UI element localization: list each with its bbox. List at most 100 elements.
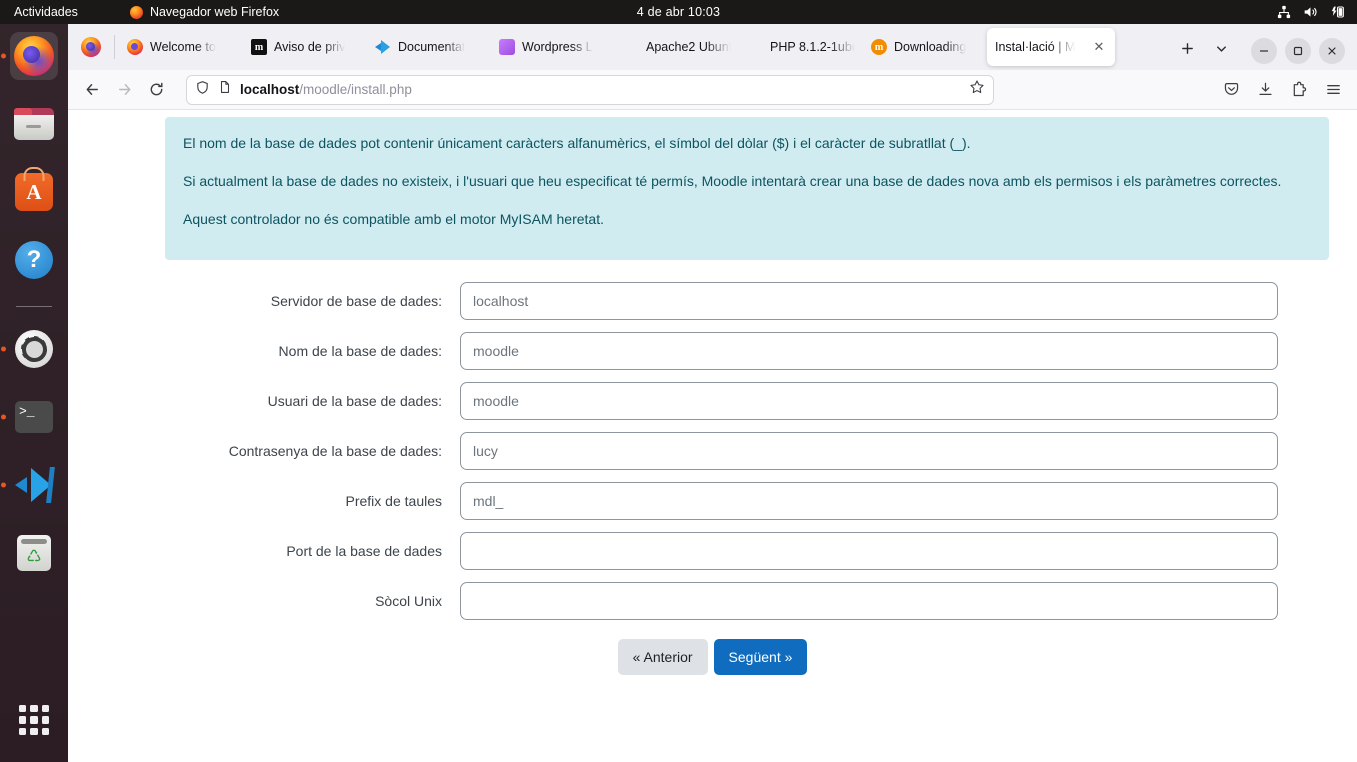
gear-icon — [15, 330, 53, 368]
minimize-button[interactable] — [1251, 38, 1277, 64]
tab-list: Welcome to m Aviso de priv Documentat Wo… — [119, 28, 1171, 70]
maximize-button[interactable] — [1285, 38, 1311, 64]
browser-actions — [1215, 74, 1349, 106]
navigation-toolbar: localhost/moodle/install.php — [68, 70, 1357, 110]
tab-label: Welcome to — [150, 40, 216, 54]
shield-icon[interactable] — [195, 80, 210, 100]
dock-item-help[interactable]: ? — [10, 236, 58, 284]
tab-welcome[interactable]: Welcome to — [119, 28, 243, 66]
running-indicator-dot — [1, 54, 6, 59]
close-button[interactable] — [1319, 38, 1345, 64]
list-all-tabs-button[interactable] — [1205, 32, 1237, 64]
active-app-label: Navegador web Firefox — [150, 5, 279, 19]
dock-item-vscode[interactable] — [10, 461, 58, 509]
tab-documentation[interactable]: Documentat — [367, 28, 491, 66]
reload-button[interactable] — [140, 74, 172, 106]
url-host: localhost — [240, 82, 299, 97]
wordpress-icon — [499, 39, 515, 55]
form-row-dbport: Port de la base de dades — [68, 532, 1357, 570]
window-controls — [1251, 38, 1345, 64]
volume-icon — [1303, 5, 1318, 19]
form-row-dbpass: Contrasenya de la base de dades: — [68, 432, 1357, 470]
ubuntu-dock: A ? >_ ♺ — [0, 24, 68, 762]
moodle-icon: m — [871, 39, 887, 55]
page-icon — [747, 39, 763, 55]
tab-label: PHP 8.1.2-1ubun — [770, 40, 855, 54]
pocket-icon[interactable] — [1215, 74, 1247, 106]
firefox-app-button[interactable] — [68, 24, 114, 70]
m-square-icon: m — [251, 39, 267, 55]
vscode-icon — [14, 465, 54, 505]
activities-button[interactable]: Actividades — [14, 5, 78, 19]
label-prefix: Prefix de taules — [68, 493, 460, 509]
tab-aviso-privacidad[interactable]: m Aviso de priv — [243, 28, 367, 66]
page-content: El nom de la base de dades pot contenir … — [68, 110, 1357, 762]
input-dbuser[interactable] — [460, 382, 1278, 420]
label-dbport: Port de la base de dades — [68, 543, 460, 559]
input-prefix[interactable] — [460, 482, 1278, 520]
active-app-menu[interactable]: Navegador web Firefox — [130, 5, 279, 19]
running-indicator-dot — [1, 347, 6, 352]
new-tab-button[interactable] — [1171, 32, 1203, 64]
form-row-prefix: Prefix de taules — [68, 482, 1357, 520]
firefox-icon — [130, 6, 143, 19]
input-dbhost[interactable] — [460, 282, 1278, 320]
star-icon[interactable] — [969, 79, 985, 100]
form-row-unixsocket: Sòcol Unix — [68, 582, 1357, 620]
ubuntu-software-icon: A — [15, 173, 53, 211]
firefox-icon — [127, 39, 143, 55]
tab-wordpress[interactable]: Wordpress L — [491, 28, 615, 66]
downloads-icon[interactable] — [1249, 74, 1281, 106]
next-button[interactable]: Següent » — [714, 639, 808, 675]
tab-label: Instal·lació | M — [995, 40, 1075, 54]
previous-button[interactable]: « Anterior — [618, 639, 708, 675]
tab-label: Documentat — [398, 40, 465, 54]
tab-installacio-moodle[interactable]: Instal·lació | M ✕ — [987, 28, 1115, 66]
close-icon[interactable]: ✕ — [1091, 39, 1107, 55]
trash-icon: ♺ — [17, 535, 51, 571]
gnome-top-bar: Actividades Navegador web Firefox 4 de a… — [0, 0, 1357, 24]
label-dbname: Nom de la base de dades: — [68, 343, 460, 359]
input-dbname[interactable] — [460, 332, 1278, 370]
files-icon — [14, 108, 54, 140]
label-unixsocket: Sòcol Unix — [68, 593, 460, 609]
form-row-dbname: Nom de la base de dades: — [68, 332, 1357, 370]
show-applications-button[interactable] — [16, 702, 52, 738]
input-unixsocket[interactable] — [460, 582, 1278, 620]
help-icon: ? — [15, 241, 53, 279]
extensions-icon[interactable] — [1283, 74, 1315, 106]
tab-strip-actions — [1171, 32, 1237, 64]
form-row-dbhost: Servidor de base de dades: — [68, 282, 1357, 320]
url-path: /moodle/install.php — [299, 82, 412, 97]
input-dbport[interactable] — [460, 532, 1278, 570]
tab-label: Aviso de priv — [274, 40, 345, 54]
input-dbpass[interactable] — [460, 432, 1278, 470]
url-text: localhost/moodle/install.php — [240, 82, 412, 97]
dock-item-ubuntu-software[interactable]: A — [10, 168, 58, 216]
firefox-icon — [14, 36, 54, 76]
page-icon[interactable] — [218, 80, 232, 99]
dock-item-firefox[interactable] — [10, 32, 58, 80]
label-dbhost: Servidor de base de dades: — [68, 293, 460, 309]
dock-item-settings[interactable] — [10, 325, 58, 373]
tab-strip: Welcome to m Aviso de priv Documentat Wo… — [68, 24, 1357, 70]
database-settings-form: Servidor de base de dades: Nom de la bas… — [68, 282, 1357, 675]
dock-item-trash[interactable]: ♺ — [10, 529, 58, 577]
network-icon — [1277, 5, 1291, 19]
running-indicator-dot — [1, 415, 6, 420]
dock-item-files[interactable] — [10, 100, 58, 148]
page-icon — [623, 39, 639, 55]
address-bar[interactable]: localhost/moodle/install.php — [186, 75, 994, 105]
battery-icon — [1330, 5, 1345, 19]
tab-php-info[interactable]: PHP 8.1.2-1ubun — [739, 28, 863, 66]
firefox-window: Welcome to m Aviso de priv Documentat Wo… — [68, 24, 1357, 762]
back-button[interactable] — [76, 74, 108, 106]
tab-downloading[interactable]: m Downloading — [863, 28, 987, 66]
tab-label: Downloading — [894, 40, 966, 54]
forward-button[interactable] — [108, 74, 140, 106]
menu-icon[interactable] — [1317, 74, 1349, 106]
tab-apache2-ubuntu[interactable]: Apache2 Ubuntu — [615, 28, 739, 66]
dock-item-terminal[interactable]: >_ — [10, 393, 58, 441]
tab-strip-divider — [114, 35, 115, 59]
system-tray[interactable] — [1277, 5, 1345, 19]
